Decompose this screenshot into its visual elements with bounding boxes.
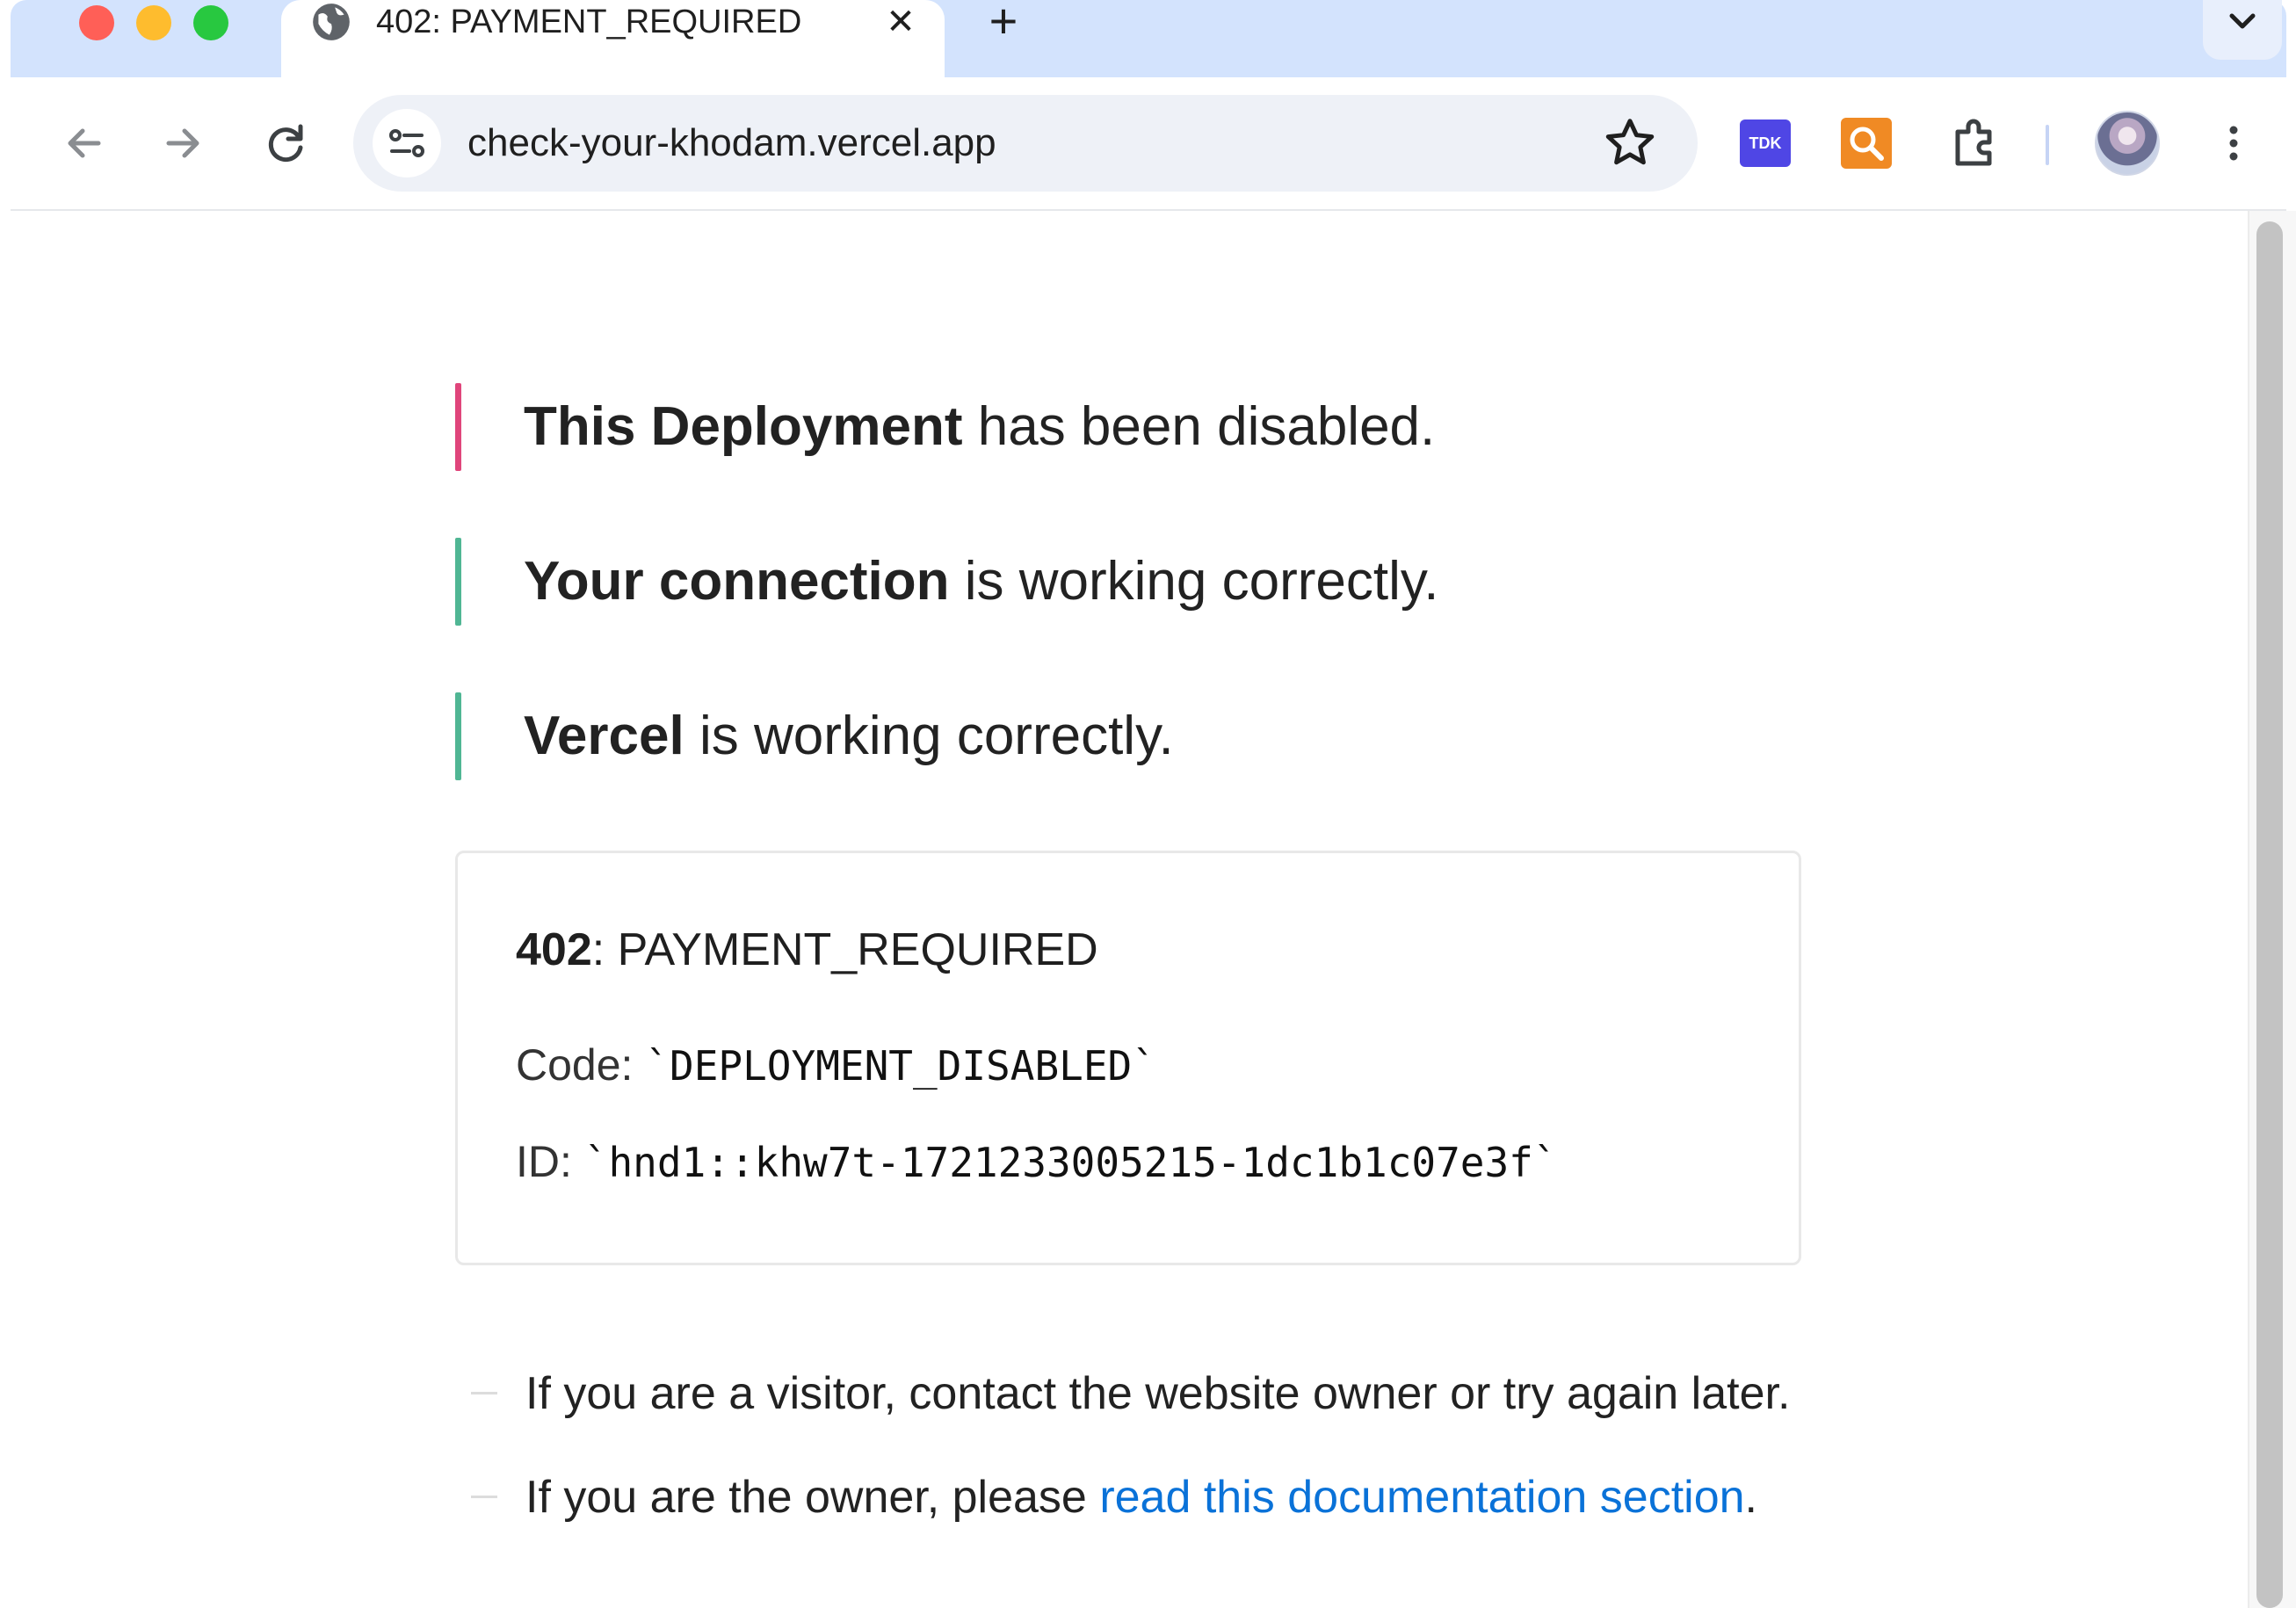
error-id-value: `hnd1::khw7t-1721233005215-1dc1b1c07e3f` (583, 1139, 1558, 1186)
url-text[interactable]: check-your-khodam.vercel.app (467, 95, 996, 192)
error-title: 402: PAYMENT_REQUIRED (516, 924, 1098, 976)
tdk-extension-button[interactable]: TDK (1740, 120, 1791, 167)
error-status-code: 402 (516, 924, 592, 975)
list-dash (471, 1496, 497, 1498)
tune-icon (389, 129, 424, 157)
owner-hint-text: If you are the owner, please read this d… (525, 1462, 1757, 1532)
message-rest: has been disabled. (962, 396, 1436, 457)
close-window-button[interactable] (79, 5, 114, 40)
back-arrow-icon[interactable] (53, 112, 114, 174)
message-accent-bar (455, 383, 461, 471)
documentation-link[interactable]: read this documentation section (1099, 1472, 1744, 1523)
error-details-box: 402: PAYMENT_REQUIRED Code: `DEPLOYMENT_… (455, 851, 1801, 1265)
profile-avatar[interactable] (2095, 111, 2160, 176)
more-vert-icon[interactable] (2212, 112, 2256, 174)
owner-hint-prefix: If you are the owner, please (525, 1472, 1100, 1523)
message-text: Your connection is working correctly. (524, 538, 1439, 626)
bookmark-star-icon[interactable] (1601, 114, 1659, 172)
puzzle-icon[interactable] (1944, 112, 2005, 174)
error-code-line: Code: `DEPLOYMENT_DISABLED` (516, 1039, 1156, 1090)
message-rest: is working correctly. (949, 551, 1439, 612)
tab-strip: 402: PAYMENT_REQUIRED ✕ + (11, 0, 2286, 79)
error-id-label: ID: (516, 1137, 584, 1186)
owner-hint-suffix: . (1744, 1472, 1757, 1523)
error-code-value: `DEPLOYMENT_DISABLED` (645, 1042, 1156, 1090)
tab-title: 402: PAYMENT_REQUIRED (376, 4, 802, 40)
browser-toolbar: check-your-khodam.vercel.app TDK (11, 77, 2286, 211)
message-text: This Deployment has been disabled. (524, 383, 1435, 471)
message-text: Vercel is working correctly. (524, 692, 1174, 780)
magnifier-icon (1850, 127, 1884, 161)
message-bold: This Deployment (524, 396, 963, 457)
minimize-window-button[interactable] (136, 5, 171, 40)
scrollbar-thumb[interactable] (2256, 221, 2283, 1608)
new-tab-button[interactable]: + (977, 0, 1030, 46)
error-status-text: : PAYMENT_REQUIRED (591, 924, 1098, 975)
forward-arrow-icon[interactable] (153, 112, 214, 174)
error-code-label: Code: (516, 1040, 646, 1090)
message-bold: Your connection (524, 551, 950, 612)
globe-icon (313, 4, 350, 40)
error-id-line: ID: `hnd1::khw7t-1721233005215-1dc1b1c07… (516, 1136, 1558, 1187)
visitor-hint-text: If you are a visitor, contact the websit… (525, 1368, 1791, 1419)
message-bold: Vercel (524, 706, 684, 766)
search-extension-button[interactable] (1841, 118, 1892, 169)
message-accent-bar (455, 538, 461, 626)
tab-close-icon[interactable]: ✕ (879, 0, 923, 44)
active-tab[interactable]: 402: PAYMENT_REQUIRED ✕ (281, 0, 945, 79)
list-dash (471, 1392, 497, 1394)
site-info-button[interactable] (373, 109, 441, 177)
message-rest: is working correctly. (684, 706, 1174, 766)
address-bar[interactable]: check-your-khodam.vercel.app (353, 95, 1698, 192)
chevron-down-icon (2229, 13, 2256, 29)
reload-icon[interactable] (255, 112, 316, 174)
maximize-window-button[interactable] (193, 5, 228, 40)
message-accent-bar (455, 692, 461, 780)
tab-search-button[interactable] (2203, 0, 2282, 60)
toolbar-divider (2046, 125, 2049, 165)
